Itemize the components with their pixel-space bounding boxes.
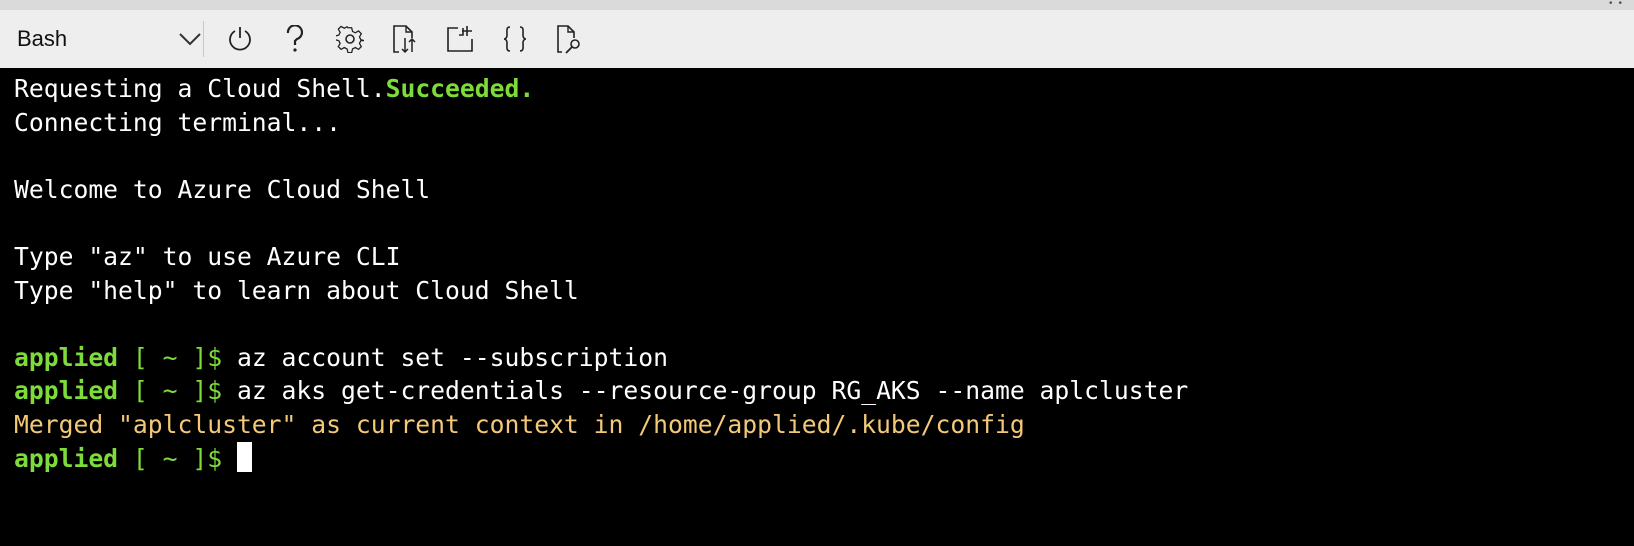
prompt-user: applied (14, 376, 119, 406)
terminal-line-hint-az: Type "az" to use Azure CLI (14, 241, 401, 271)
terminal-command-line: applied [ ~ ]$ az account set --subscrip… (14, 341, 1634, 375)
settings-button[interactable] (326, 17, 374, 61)
terminal-line-welcome: Welcome to Azure Cloud Shell (14, 174, 431, 204)
prompt-path: [ ~ ]$ (118, 342, 237, 372)
prompt-user: applied (14, 342, 119, 372)
chevron-down-icon (177, 26, 203, 52)
terminal-active-prompt[interactable]: applied [ ~ ]$ (14, 441, 1634, 476)
restart-button[interactable] (216, 17, 264, 61)
editor-button[interactable] (491, 17, 539, 61)
command-text: az aks get-credentials --resource-group … (236, 376, 1189, 406)
file-transfer-icon (393, 25, 416, 54)
terminal-cursor (236, 441, 252, 472)
web-preview-button[interactable] (546, 17, 594, 61)
terminal-command-line: applied [ ~ ]$ az aks get-credentials --… (14, 374, 1634, 408)
gear-icon (336, 25, 364, 53)
power-icon (229, 27, 251, 51)
terminal-line-merged-output: Merged "aplcluster" as current context i… (14, 409, 1025, 439)
braces-icon (503, 26, 527, 52)
more-dots-icon[interactable]: •• (1609, 0, 1628, 9)
prompt-user: applied (14, 443, 119, 473)
upload-download-button[interactable] (381, 17, 429, 61)
shell-type-dropdown[interactable]: Bash (0, 10, 203, 68)
question-icon (286, 25, 304, 52)
terminal-line-hint-help: Type "help" to learn about Cloud Shell (14, 275, 579, 305)
toolbar-divider (203, 21, 204, 57)
terminal-line-request: Requesting a Cloud Shell.Succeeded. (14, 72, 1634, 106)
request-status: Succeeded. (385, 74, 535, 103)
new-session-button[interactable] (436, 17, 484, 61)
help-button[interactable] (271, 17, 319, 61)
terminal-line-connecting: Connecting terminal... (14, 107, 341, 137)
shell-type-label: Bash (17, 26, 68, 51)
command-text: az account set --subscription (236, 342, 668, 372)
terminal-output[interactable]: Requesting a Cloud Shell.Succeeded. Conn… (0, 68, 1634, 546)
window-top-strip: •• (0, 0, 1634, 10)
prompt-path: [ ~ ]$ (118, 376, 237, 406)
file-search-icon (557, 25, 580, 54)
new-window-icon (447, 26, 473, 52)
request-text: Requesting a Cloud Shell. (14, 74, 386, 103)
prompt-path: [ ~ ]$ (118, 443, 237, 473)
cloud-shell-toolbar: Bash (0, 10, 1634, 68)
